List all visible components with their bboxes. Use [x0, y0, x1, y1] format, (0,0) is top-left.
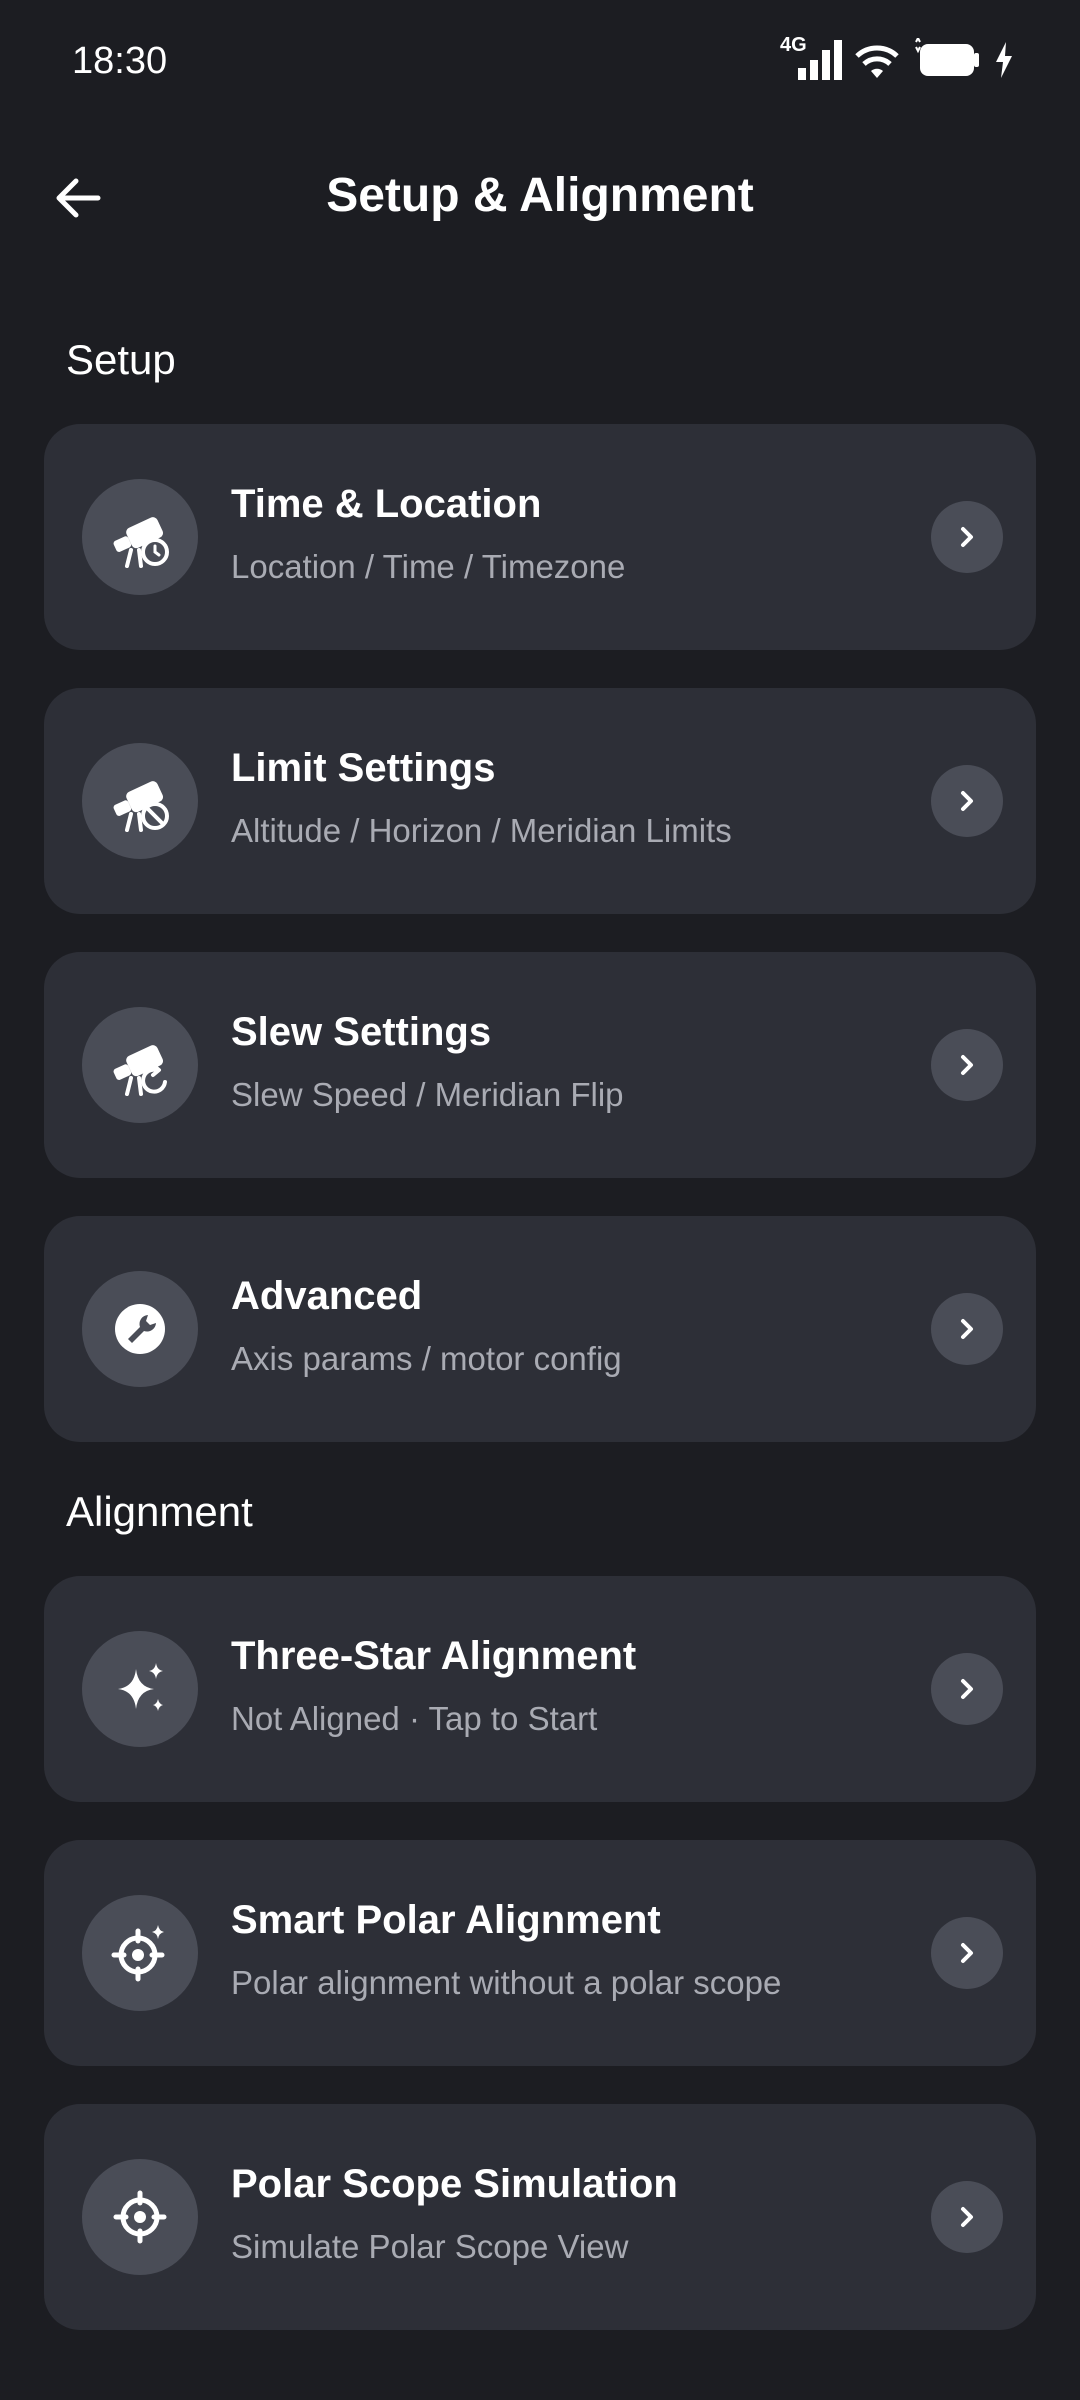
chevron-right-icon [931, 1293, 1003, 1365]
card-title: Advanced [231, 1274, 423, 1318]
setup-item-advanced[interactable]: Advanced Axis params / motor config [44, 1216, 1036, 1442]
card-title: Limit Settings [231, 746, 496, 790]
crosshair-sparkle-icon [82, 1895, 198, 2011]
telescope-block-icon [82, 743, 198, 859]
crosshair-icon [82, 2159, 198, 2275]
status-time: 18:30 [72, 40, 168, 82]
card-subtitle: Polar alignment without a polar scope [231, 1964, 782, 2001]
setup-item-limit-settings[interactable]: Limit Settings Altitude / Horizon / Meri… [44, 688, 1036, 914]
card-title: Polar Scope Simulation [231, 2162, 678, 2206]
card-subtitle: Axis params / motor config [231, 1340, 622, 1377]
alignment-item-smart-polar[interactable]: Smart Polar Alignment Polar alignment wi… [44, 1840, 1036, 2066]
setup-item-slew-settings[interactable]: Slew Settings Slew Speed / Meridian Flip [44, 952, 1036, 1178]
chevron-right-icon [931, 1653, 1003, 1725]
chevron-right-icon [931, 2181, 1003, 2253]
chevron-right-icon [931, 501, 1003, 573]
card-subtitle: Altitude / Horizon / Meridian Limits [231, 812, 732, 849]
battery-icon [912, 35, 984, 82]
status-bar: 18:30 4G [0, 0, 1080, 130]
telescope-clock-icon [82, 479, 198, 595]
card-subtitle: Not Aligned · Tap to Start [231, 1700, 598, 1737]
card-title: Smart Polar Alignment [231, 1898, 661, 1942]
wifi-icon [852, 38, 902, 82]
alignment-item-three-star[interactable]: Three-Star Alignment Not Aligned · Tap t… [44, 1576, 1036, 1802]
chevron-right-icon [931, 1029, 1003, 1101]
page-title: Setup & Alignment [326, 169, 754, 222]
cellular-signal-icon: 4G [780, 34, 842, 82]
status-icons: 4G [780, 34, 1014, 82]
card-subtitle: Location / Time / Timezone [231, 548, 626, 585]
sparkle-stars-icon [82, 1631, 198, 1747]
app-bar: Setup & Alignment [0, 130, 1080, 270]
section-title-alignment: Alignment [66, 1488, 253, 1535]
card-subtitle: Simulate Polar Scope View [231, 2228, 629, 2265]
card-title: Three-Star Alignment [231, 1634, 637, 1678]
card-title: Time & Location [231, 482, 542, 526]
section-title-setup: Setup [66, 336, 176, 383]
alignment-item-polar-scope-simulation[interactable]: Polar Scope Simulation Simulate Polar Sc… [44, 2104, 1036, 2330]
telescope-rotate-icon [82, 1007, 198, 1123]
wrench-icon [82, 1271, 198, 1387]
card-subtitle: Slew Speed / Meridian Flip [231, 1076, 624, 1113]
setup-item-time-location[interactable]: Time & Location Location / Time / Timezo… [44, 424, 1036, 650]
chevron-right-icon [931, 1917, 1003, 1989]
chevron-right-icon [931, 765, 1003, 837]
card-title: Slew Settings [231, 1010, 492, 1054]
charging-icon [994, 40, 1014, 80]
